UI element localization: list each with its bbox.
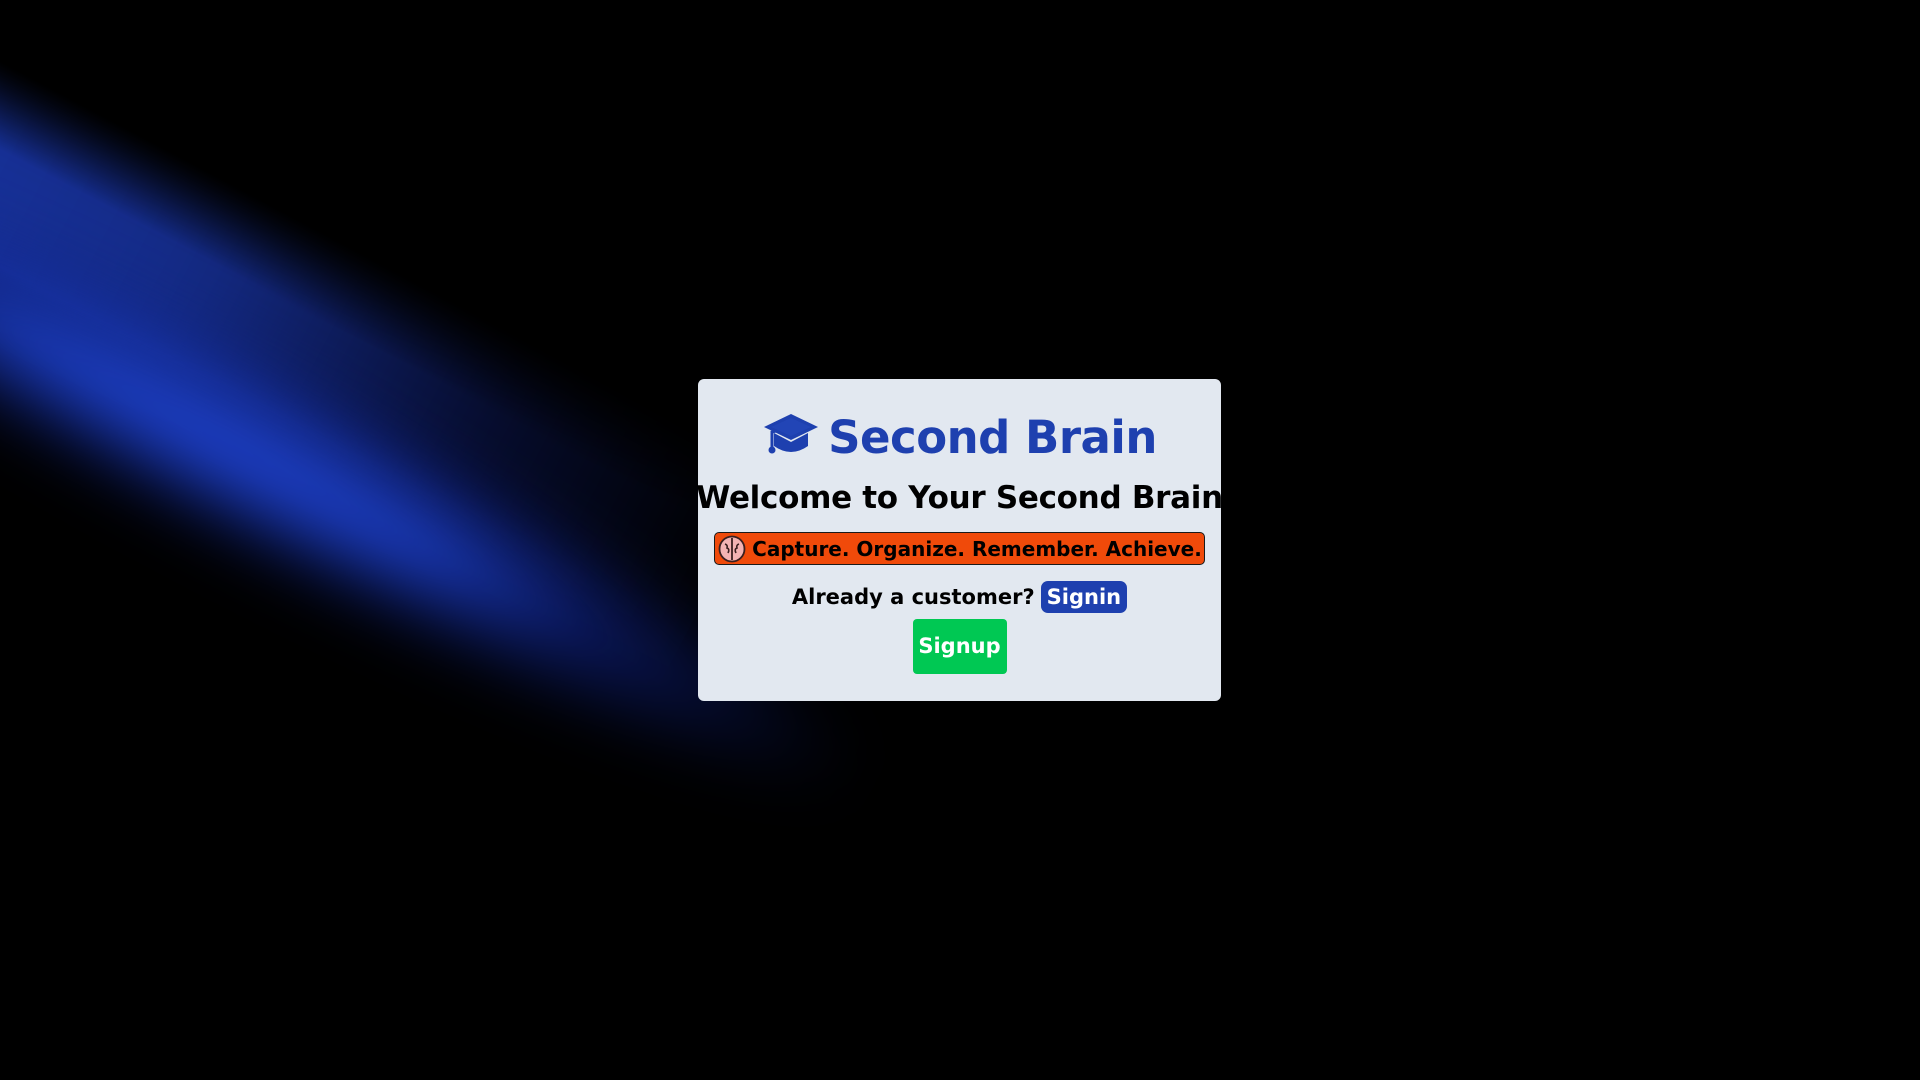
signin-button[interactable]: Signin — [1040, 581, 1128, 613]
signin-prompt: Already a customer? — [791, 585, 1035, 609]
welcome-card: Second Brain Welcome to Your Second Brai… — [696, 379, 1223, 701]
brand-name: Second Brain — [828, 410, 1157, 464]
brand-logo: Second Brain — [762, 409, 1157, 465]
signin-row: Already a customer? Signin — [791, 581, 1128, 613]
graduation-cap-icon — [762, 412, 820, 462]
brain-icon — [718, 535, 746, 563]
tagline-text: Capture. Organize. Remember. Achieve. — [752, 536, 1202, 561]
tagline-badge: Capture. Organize. Remember. Achieve. — [714, 532, 1205, 565]
landing-page: Second Brain Welcome to Your Second Brai… — [0, 0, 1920, 1080]
signup-button[interactable]: Signup — [912, 619, 1007, 674]
page-title: Welcome to Your Second Brain — [696, 480, 1223, 516]
